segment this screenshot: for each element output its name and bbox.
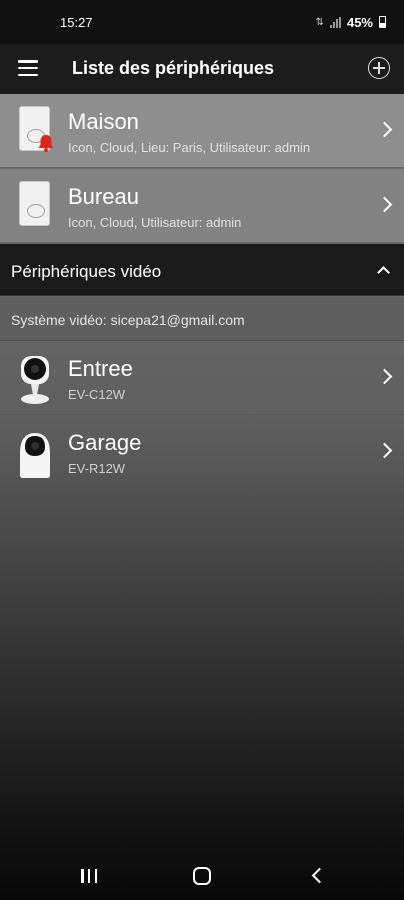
system-nav-bar [0, 850, 404, 900]
add-device-icon[interactable] [368, 57, 390, 79]
device-name: Maison [68, 109, 139, 134]
chevron-up-icon [377, 266, 390, 279]
alarm-panel-icon [19, 181, 50, 226]
cube-camera-icon [21, 356, 49, 404]
camera-row-garage[interactable]: Garage EV-R12W [0, 415, 404, 489]
data-transfer-icon: ⇅ [315, 16, 324, 28]
device-row-bureau[interactable]: Bureau Icon, Cloud, Utilisateur: admin [0, 169, 404, 243]
menu-icon[interactable] [18, 60, 38, 76]
home-icon[interactable] [193, 867, 211, 885]
status-icons: ⇅ 45% [316, 15, 386, 30]
device-row-maison[interactable]: Maison Icon, Cloud, Lieu: Paris, Utilisa… [0, 94, 404, 168]
video-account-row: Système vidéo: sicepa21@gmail.com [0, 297, 404, 341]
signal-icon [329, 16, 341, 28]
chevron-right-icon [376, 196, 393, 213]
camera-name: Garage [68, 430, 142, 455]
camera-model: EV-C12W [68, 387, 126, 402]
device-name: Bureau [68, 184, 139, 209]
page-title: Liste des périphériques [72, 58, 275, 78]
recents-icon[interactable] [81, 869, 97, 883]
battery-icon [379, 16, 386, 28]
video-section-header[interactable]: Périphériques vidéo [0, 244, 404, 296]
battery-percentage: 45% [346, 14, 373, 30]
device-details: Icon, Cloud, Lieu: Paris, Utilisateur: a… [68, 140, 311, 155]
camera-name: Entree [68, 356, 133, 381]
camera-model: EV-R12W [68, 461, 126, 476]
section-title: Périphériques vidéo [11, 262, 162, 281]
status-time: 15:27 [60, 14, 93, 30]
camera-row-entree[interactable]: Entree EV-C12W [0, 341, 404, 415]
chevron-right-icon [376, 368, 393, 385]
back-icon[interactable] [311, 867, 328, 884]
chevron-right-icon [376, 442, 393, 459]
chevron-right-icon [376, 121, 393, 138]
status-bar: 15:27 ⇅ 45% [0, 0, 404, 44]
device-details: Icon, Cloud, Utilisateur: admin [68, 215, 242, 230]
app-bar: Liste des périphériques [0, 44, 404, 94]
dome-camera-icon [20, 433, 50, 478]
video-account-label: Système vidéo: sicepa21@gmail.com [11, 312, 245, 328]
alert-bell-icon [38, 135, 54, 152]
